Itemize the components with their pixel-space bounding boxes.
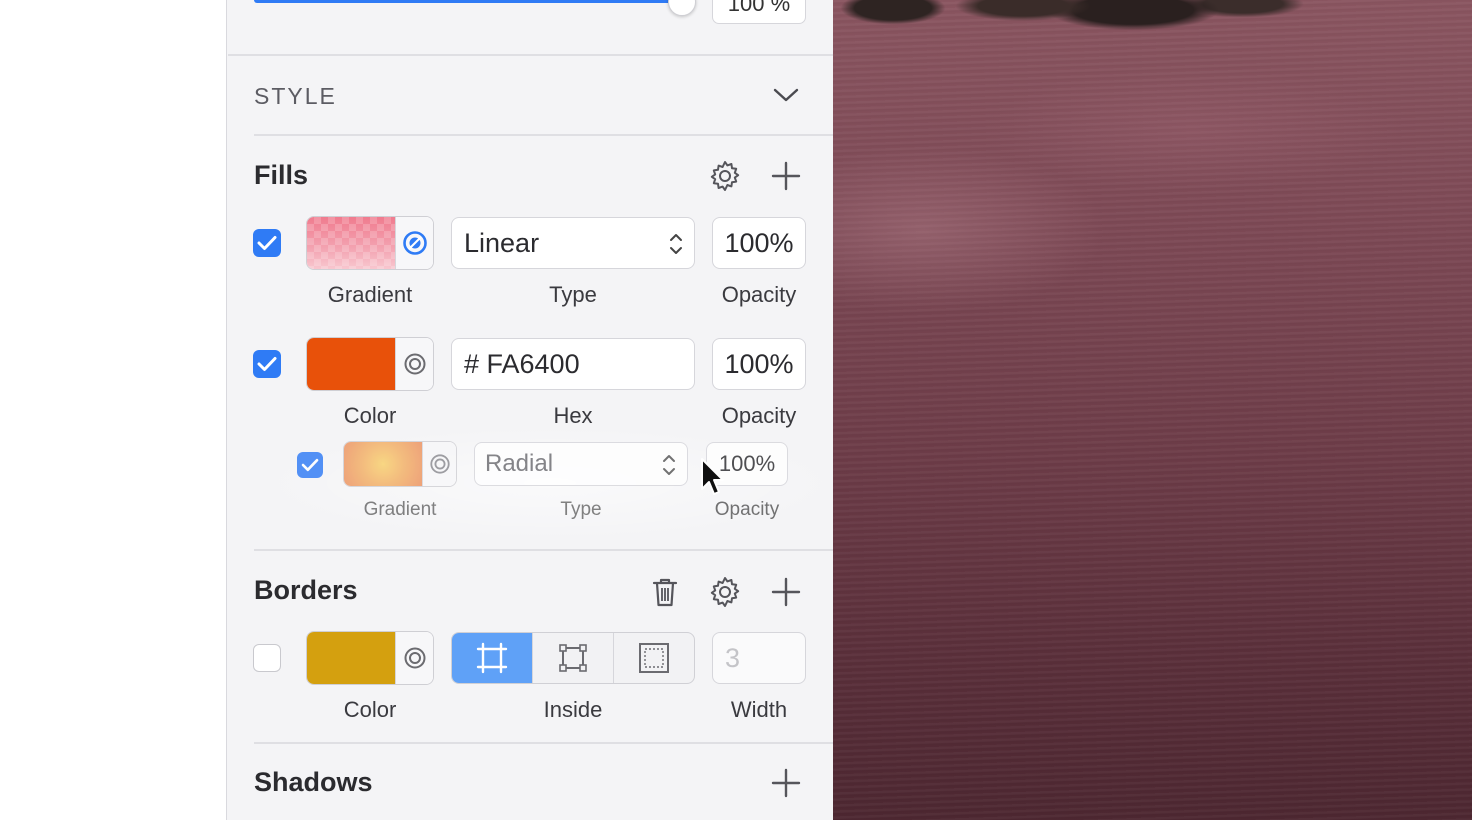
hex-caption: Hex: [553, 403, 593, 428]
divider: [228, 54, 833, 56]
blend-mode-icon: [429, 454, 450, 474]
blend-mode-button[interactable]: [395, 632, 433, 684]
swatch-caption: Color: [343, 697, 397, 722]
swatch-caption: Color: [343, 403, 397, 428]
fill-1-swatch[interactable]: [306, 216, 434, 270]
width-caption: Width: [730, 697, 788, 722]
borders-heading: Borders: [254, 575, 358, 605]
type-value: Radial: [485, 450, 554, 477]
shadows-heading: Shadows: [254, 767, 373, 797]
fill-3-swatch[interactable]: [343, 441, 457, 487]
border-center-button[interactable]: [452, 633, 532, 683]
divider: [254, 549, 833, 551]
gear-icon[interactable]: [708, 575, 742, 609]
divider: [254, 134, 833, 136]
fill-1-type-select[interactable]: Linear: [451, 217, 695, 269]
checkmark-icon: [301, 458, 319, 472]
opacity-slider-track[interactable]: [254, 0, 682, 3]
color-swatch[interactable]: [307, 338, 395, 390]
color-swatch[interactable]: [307, 632, 395, 684]
opacity-caption: Opacity: [721, 282, 797, 307]
plus-icon[interactable]: [769, 575, 803, 609]
fill-1-opacity-field[interactable]: 100%: [712, 217, 806, 269]
opacity-caption: Opacity: [721, 403, 797, 428]
type-caption: Type: [549, 282, 597, 307]
blend-mode-button[interactable]: [395, 217, 433, 269]
border-width-field[interactable]: 3: [712, 632, 806, 684]
fill-3-type-select[interactable]: Radial: [474, 442, 688, 486]
border-swatch[interactable]: [306, 631, 434, 685]
position-caption: Inside: [543, 697, 603, 722]
cursor-icon: [700, 457, 726, 502]
opacity-field[interactable]: 100 %: [712, 0, 806, 24]
fill-2-opacity-field[interactable]: 100%: [712, 338, 806, 390]
blend-mode-button[interactable]: [422, 442, 456, 486]
swatch-caption: Gradient: [363, 499, 437, 520]
border-outside-button[interactable]: [613, 633, 694, 683]
fill-2-hex-field[interactable]: # FA6400: [451, 338, 695, 390]
opacity-caption: Opacity: [714, 499, 780, 520]
style-section-label: STYLE: [254, 83, 337, 109]
hex-value: # FA6400: [464, 348, 580, 379]
blend-mode-button[interactable]: [395, 338, 433, 390]
gear-icon[interactable]: [708, 159, 742, 193]
blend-mode-icon: [402, 231, 427, 255]
type-value: Linear: [464, 227, 540, 258]
plus-icon[interactable]: [769, 766, 803, 800]
canvas-area: [0, 0, 226, 820]
checkmark-icon: [257, 236, 277, 250]
border-inside-icon: [559, 644, 587, 672]
border-checkbox[interactable]: [253, 644, 281, 672]
blend-mode-icon: [404, 647, 425, 669]
fill-2-swatch[interactable]: [306, 337, 434, 391]
shoreline-rocks: [833, 0, 1472, 40]
border-position-segmented[interactable]: [451, 632, 695, 684]
gradient-swatch[interactable]: [307, 217, 395, 269]
fill-3-checkbox[interactable]: [297, 452, 323, 478]
trash-icon[interactable]: [648, 575, 682, 609]
fill-2-checkbox[interactable]: [253, 350, 281, 378]
fills-heading: Fills: [254, 160, 309, 190]
border-inside-button[interactable]: [532, 633, 613, 683]
plus-icon[interactable]: [769, 159, 803, 193]
fill-1-checkbox[interactable]: [253, 229, 281, 257]
radial-gradient-swatch[interactable]: [344, 442, 422, 486]
border-center-icon: [476, 642, 508, 674]
checkmark-icon: [257, 357, 277, 371]
blend-mode-icon: [404, 353, 425, 375]
type-caption: Type: [560, 499, 602, 520]
swatch-caption: Gradient: [327, 282, 413, 307]
border-outside-icon: [639, 643, 669, 673]
background-photo: [833, 0, 1472, 820]
stepper-icon: [670, 234, 682, 254]
chevron-down-icon[interactable]: [769, 78, 803, 112]
stepper-icon: [663, 455, 675, 475]
divider: [254, 742, 833, 744]
